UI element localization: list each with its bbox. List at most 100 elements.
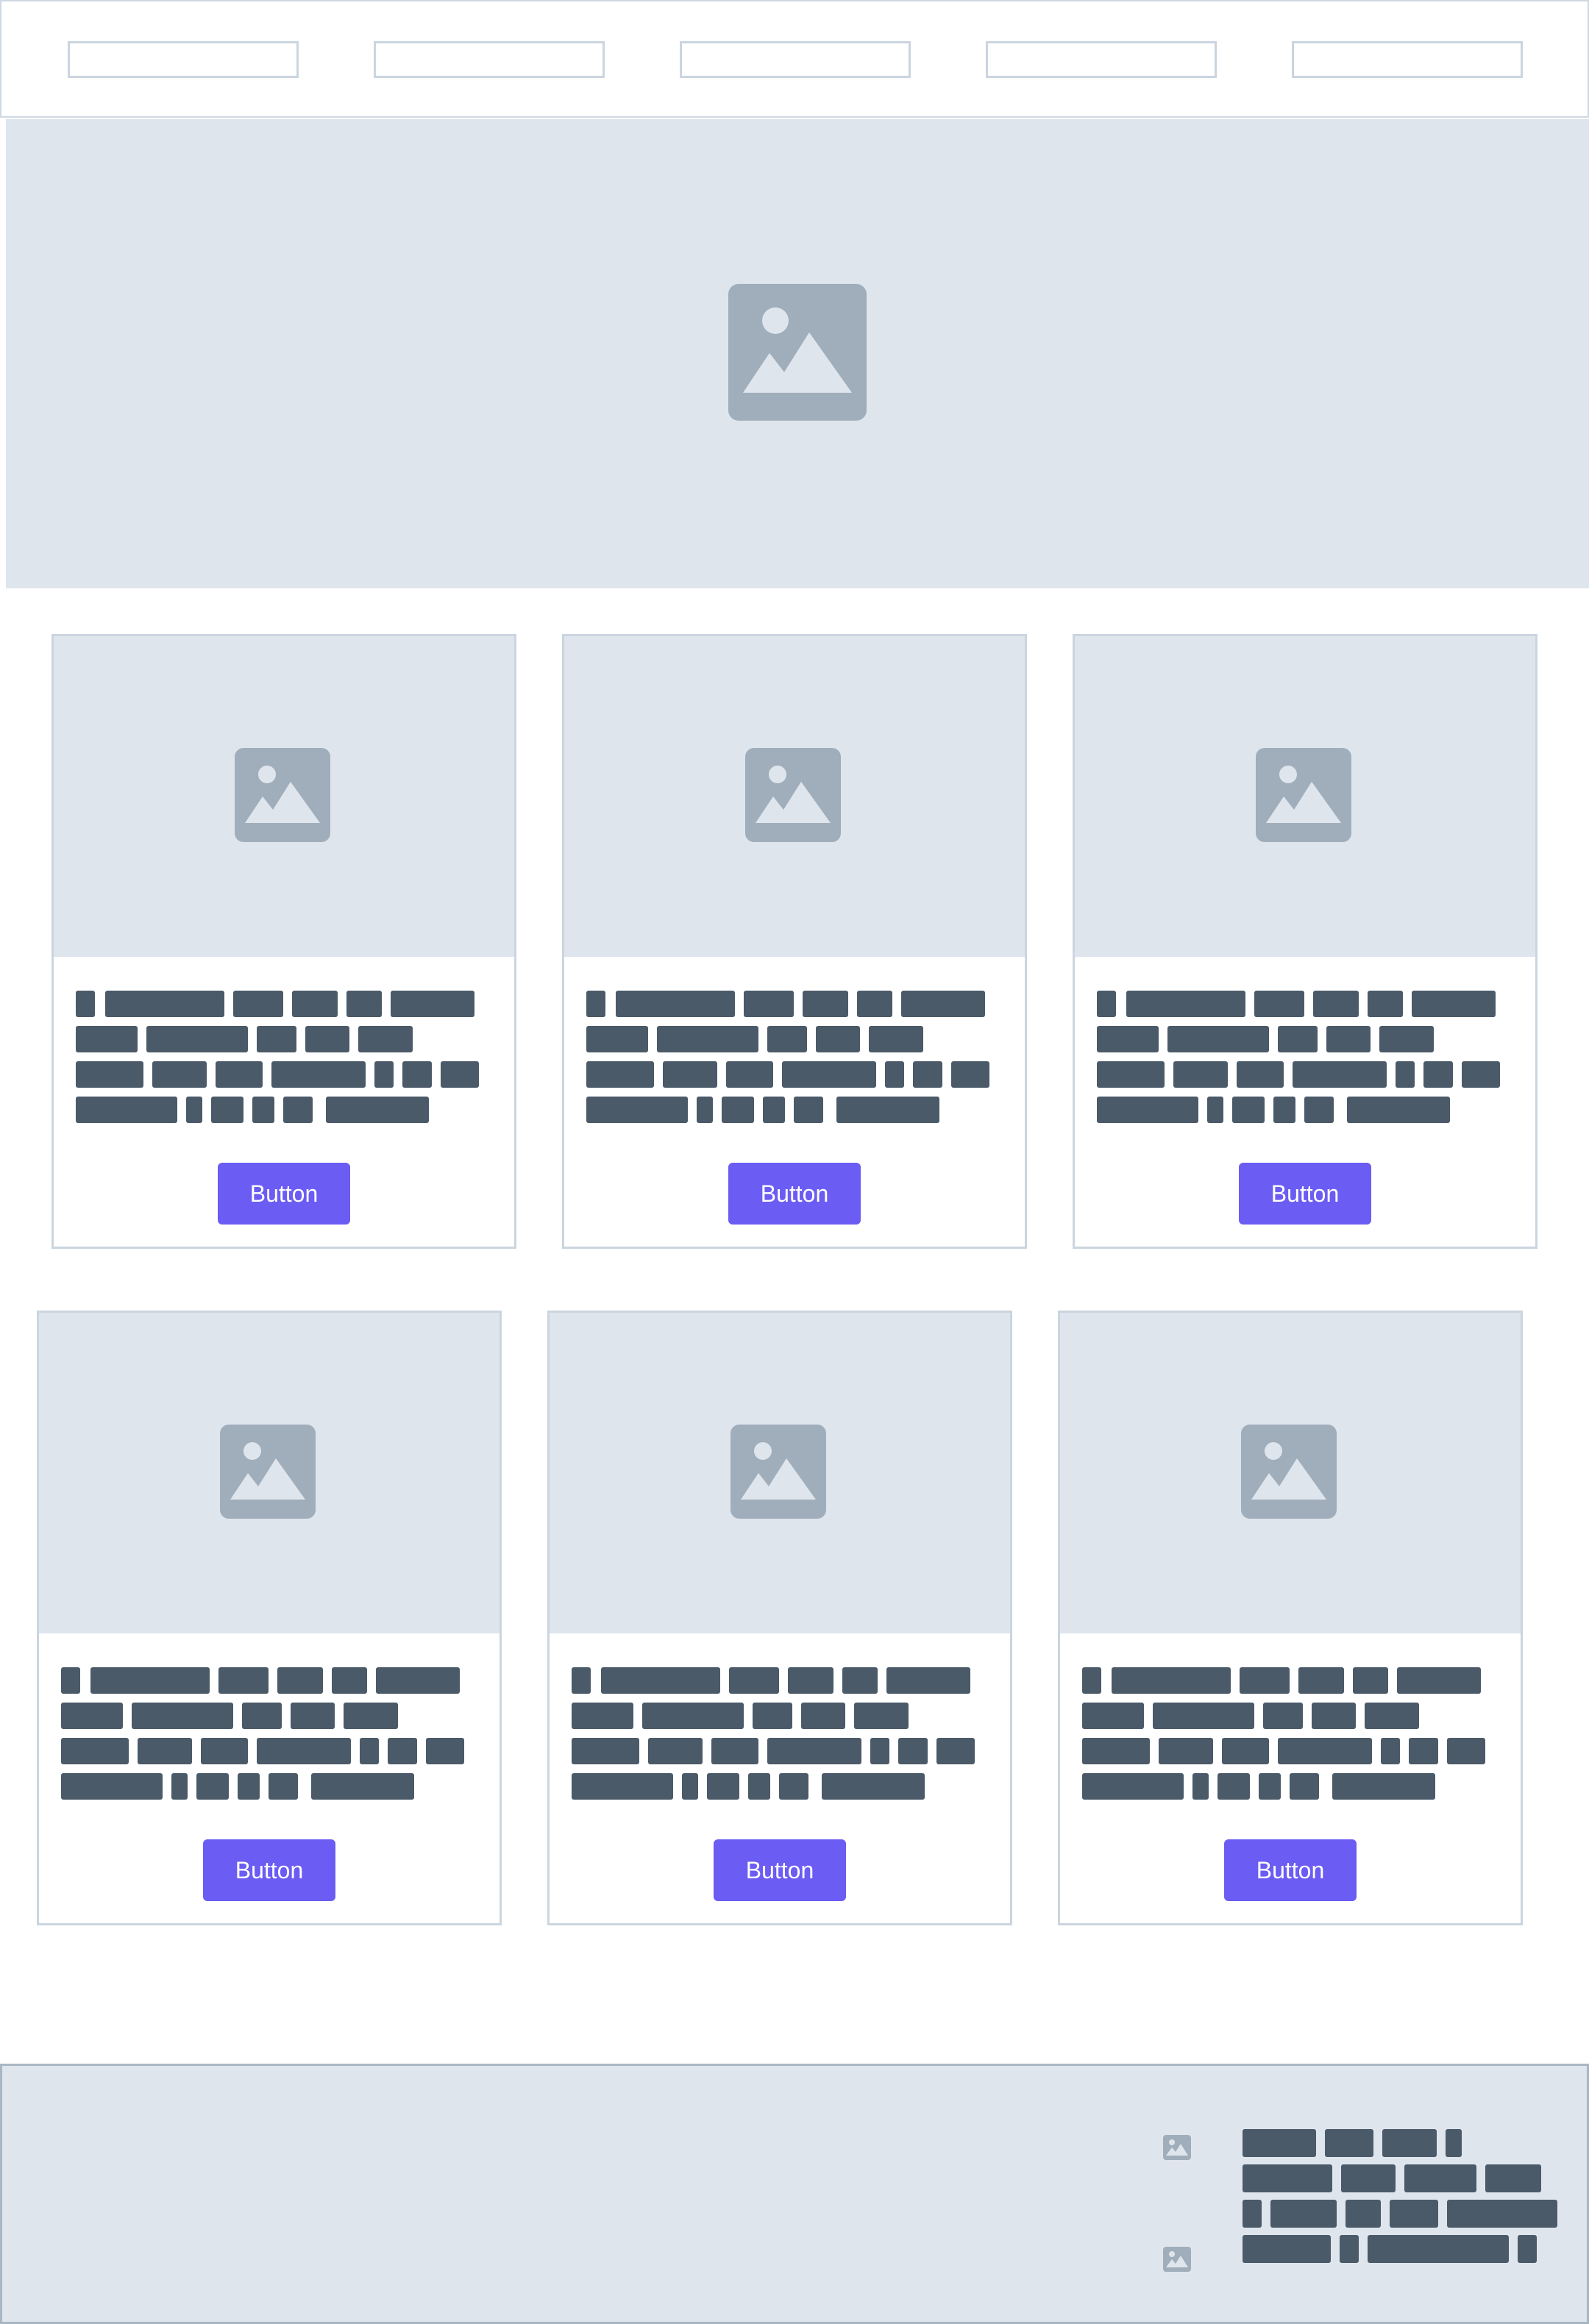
text-block <box>441 1061 479 1088</box>
text-block <box>951 1061 989 1088</box>
text-block <box>76 1026 138 1052</box>
text-block <box>1332 1773 1435 1800</box>
card-button[interactable]: Button <box>203 1839 335 1901</box>
card-body-text <box>1082 1667 1494 1808</box>
card-body-text <box>76 991 488 1132</box>
text-block <box>729 1667 779 1694</box>
text-block <box>767 1738 861 1764</box>
text-line <box>1082 1773 1494 1800</box>
text-block <box>1243 2235 1331 2263</box>
image-placeholder-icon <box>728 284 867 421</box>
text-block <box>233 991 283 1017</box>
text-block <box>697 1097 713 1123</box>
text-block <box>1097 1097 1198 1123</box>
text-block <box>936 1738 975 1764</box>
text-block <box>291 1703 335 1729</box>
text-block <box>269 1773 298 1800</box>
text-block <box>572 1667 591 1694</box>
text-block <box>311 1773 414 1800</box>
text-block <box>61 1703 123 1729</box>
card-button[interactable]: Button <box>1224 1839 1357 1901</box>
text-block <box>211 1097 243 1123</box>
text-block <box>648 1738 703 1764</box>
text-block <box>1379 1026 1434 1052</box>
card-image <box>54 636 514 957</box>
text-line <box>1082 1667 1494 1694</box>
card-button[interactable]: Button <box>1239 1163 1371 1225</box>
text-block <box>1298 1667 1344 1694</box>
text-block <box>586 1026 648 1052</box>
text-block <box>1263 1703 1303 1729</box>
text-block <box>572 1703 633 1729</box>
image-placeholder-icon <box>1163 2135 1191 2160</box>
text-block <box>1207 1097 1223 1123</box>
text-block <box>1192 1773 1209 1800</box>
text-block <box>326 1097 429 1123</box>
nav-item-3[interactable] <box>680 41 911 78</box>
text-line <box>76 1026 488 1052</box>
card-body-text <box>586 991 998 1132</box>
card-button[interactable]: Button <box>218 1163 350 1225</box>
text-block <box>218 1667 269 1694</box>
text-block <box>1159 1738 1213 1764</box>
text-block <box>1365 1703 1419 1729</box>
text-line <box>586 991 998 1017</box>
nav-item-2[interactable] <box>374 41 605 78</box>
card: Button <box>37 1311 502 1925</box>
text-block <box>854 1703 909 1729</box>
text-line <box>572 1667 984 1694</box>
text-line <box>61 1738 473 1764</box>
text-block <box>257 1026 296 1052</box>
text-block <box>1232 1097 1265 1123</box>
card-image <box>39 1313 500 1633</box>
text-block <box>586 991 605 1017</box>
text-block <box>171 1773 188 1800</box>
card: Button <box>1073 634 1538 1249</box>
text-block <box>885 1061 904 1088</box>
text-block <box>1462 1061 1500 1088</box>
text-block <box>146 1026 248 1052</box>
text-block <box>283 1097 313 1123</box>
text-block <box>376 1667 460 1694</box>
text-block <box>870 1738 889 1764</box>
text-block <box>1353 1667 1388 1694</box>
text-block <box>1325 2129 1373 2157</box>
text-block <box>1447 1738 1485 1764</box>
text-block <box>292 991 338 1017</box>
text-block <box>586 1097 688 1123</box>
text-block <box>402 1061 432 1088</box>
text-block <box>1237 1061 1284 1088</box>
text-block <box>753 1703 792 1729</box>
card-button[interactable]: Button <box>728 1163 861 1225</box>
text-block <box>572 1773 673 1800</box>
top-navigation <box>0 0 1589 118</box>
text-line <box>1243 2200 1566 2228</box>
footer-text <box>1243 2129 1566 2270</box>
text-line <box>1243 2129 1566 2157</box>
text-block <box>788 1667 833 1694</box>
text-block <box>1097 1061 1165 1088</box>
text-block <box>1278 1738 1372 1764</box>
text-block <box>201 1738 248 1764</box>
nav-item-4[interactable] <box>986 41 1217 78</box>
text-line <box>586 1097 998 1123</box>
nav-item-1[interactable] <box>68 41 299 78</box>
text-block <box>913 1061 942 1088</box>
text-block <box>1126 991 1245 1017</box>
text-block <box>76 1097 177 1123</box>
text-line <box>1097 1061 1509 1088</box>
text-block <box>616 991 735 1017</box>
text-block <box>61 1773 163 1800</box>
text-block <box>76 991 95 1017</box>
text-block <box>1273 1097 1295 1123</box>
text-block <box>1293 1061 1387 1088</box>
text-block <box>1412 991 1496 1017</box>
nav-item-5[interactable] <box>1292 41 1523 78</box>
card-button[interactable]: Button <box>714 1839 846 1901</box>
text-block <box>901 991 985 1017</box>
text-block <box>252 1097 274 1123</box>
text-block <box>1240 1667 1290 1694</box>
text-block <box>711 1738 758 1764</box>
text-block <box>682 1773 698 1800</box>
text-block <box>1082 1738 1150 1764</box>
